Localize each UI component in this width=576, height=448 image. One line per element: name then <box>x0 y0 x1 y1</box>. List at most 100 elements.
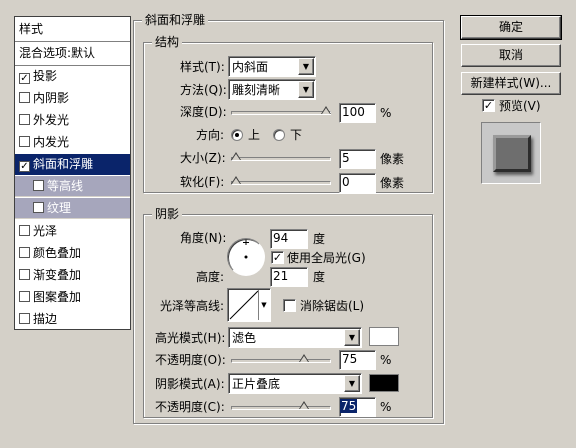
shadow-opacity-unit: % <box>380 400 392 414</box>
depth-slider-thumb[interactable] <box>321 106 331 114</box>
style-list: 样式 混合选项:默认 ✓ 投影 内阴影 外发光 内发光 ✓ 斜面和浮雕 等高线 纹理… <box>14 16 131 330</box>
sidebar-item-satin[interactable]: 光泽 <box>15 221 130 242</box>
antialias-label: 消除锯齿(L) <box>300 299 365 313</box>
new-style-button[interactable]: 新建样式(W)... <box>461 72 561 95</box>
highlight-opacity-unit: % <box>380 353 392 367</box>
highlight-opacity-thumb[interactable] <box>298 354 309 362</box>
checkbox[interactable] <box>19 313 30 324</box>
cancel-button[interactable]: 取消 <box>461 44 561 67</box>
style-preview <box>481 122 541 184</box>
angle-dial[interactable] <box>227 238 265 276</box>
shadow-mode-dropdown[interactable]: 正片叠底 ▼ <box>228 373 362 394</box>
angle-label: 角度(N): <box>180 231 227 245</box>
chevron-down-icon[interactable]: ▼ <box>298 81 314 98</box>
section-title: 斜面和浮雕 <box>142 12 209 28</box>
checkbox[interactable] <box>19 92 30 103</box>
sidebar-item-label: 颜色叠加 <box>33 246 82 260</box>
sidebar-item-texture[interactable]: 纹理 <box>15 198 130 219</box>
sidebar-header[interactable]: 样式 <box>15 19 130 40</box>
sidebar-item-label: 混合选项:默认 <box>19 46 96 60</box>
sidebar-item-inner-shadow[interactable]: 内阴影 <box>15 88 130 109</box>
sidebar-item-contour[interactable]: 等高线 <box>15 176 130 197</box>
chevron-down-icon[interactable]: ▼ <box>344 375 360 392</box>
preview-checkbox[interactable]: ✓ <box>482 99 495 112</box>
size-slider-track[interactable] <box>231 157 331 161</box>
direction-label: 方向: <box>196 128 225 142</box>
highlight-color-swatch[interactable] <box>369 327 399 346</box>
sidebar-item-label: 内发光 <box>33 135 70 149</box>
checkbox[interactable] <box>33 202 44 213</box>
size-label: 大小(Z): <box>180 151 226 165</box>
shadow-opacity-track[interactable] <box>231 406 331 410</box>
sidebar-item-inner-glow[interactable]: 内发光 <box>15 132 130 153</box>
preview-label: 预览(V) <box>499 99 541 113</box>
checkbox[interactable] <box>19 291 30 302</box>
chevron-down-icon[interactable]: ▼ <box>258 290 269 320</box>
sidebar-item-bevel-emboss[interactable]: ✓ 斜面和浮雕 <box>15 154 130 175</box>
depth-input[interactable]: 100 <box>339 103 376 123</box>
soften-input[interactable]: 0 <box>339 173 376 193</box>
ok-button[interactable]: 确定 <box>460 15 562 40</box>
global-light-checkbox[interactable]: ✓ <box>271 251 284 264</box>
sidebar-item-label: 光泽 <box>33 224 58 238</box>
sidebar-item-label: 描边 <box>33 312 58 326</box>
sidebar-item-stroke[interactable]: 描边 <box>15 309 130 330</box>
shadow-opacity-thumb[interactable] <box>298 401 309 409</box>
gloss-contour-picker[interactable]: ▼ <box>227 288 271 322</box>
sidebar-item-pattern-overlay[interactable]: 图案叠加 <box>15 287 130 308</box>
size-slider-thumb[interactable] <box>231 152 241 160</box>
highlight-opacity-track[interactable] <box>231 359 331 363</box>
technique-dropdown[interactable]: 雕刻清晰 ▼ <box>228 79 316 100</box>
shadow-opacity-input[interactable]: 75 <box>339 397 376 417</box>
checkbox[interactable] <box>19 269 30 280</box>
checkbox[interactable]: ✓ <box>19 73 30 84</box>
soften-label: 软化(F): <box>180 175 225 189</box>
checkbox[interactable] <box>19 225 30 236</box>
shadow-mode-label: 阴影模式(A): <box>155 377 225 391</box>
direction-up-radio[interactable] <box>231 129 243 141</box>
sidebar-item-color-overlay[interactable]: 颜色叠加 <box>15 243 130 264</box>
antialias-checkbox[interactable] <box>283 299 296 312</box>
checkbox[interactable] <box>19 136 30 147</box>
style-dropdown[interactable]: 内斜面 ▼ <box>228 56 316 77</box>
style-label: 样式(T): <box>180 60 225 74</box>
soften-slider-thumb[interactable] <box>231 176 241 184</box>
angle-input[interactable]: 94 <box>270 229 308 249</box>
highlight-mode-value: 滤色 <box>232 331 257 345</box>
depth-slider-track[interactable] <box>231 111 331 115</box>
technique-label: 方法(Q): <box>180 83 227 97</box>
checkbox[interactable] <box>19 247 30 258</box>
gloss-contour-label: 光泽等高线: <box>160 299 225 313</box>
checkbox[interactable]: ✓ <box>19 161 30 172</box>
shadow-opacity-label: 不透明度(C): <box>155 400 225 414</box>
shadow-opacity-value: 75 <box>340 399 358 413</box>
size-unit: 像素 <box>380 152 405 166</box>
contour-preview-icon <box>229 290 259 320</box>
sidebar-item-label: 外发光 <box>33 113 70 127</box>
altitude-input[interactable]: 21 <box>270 267 308 287</box>
sidebar-item-label: 等高线 <box>47 179 84 193</box>
checkbox[interactable] <box>19 114 30 125</box>
size-input[interactable]: 5 <box>339 149 376 169</box>
shadow-mode-value: 正片叠底 <box>232 377 281 391</box>
global-light-label: 使用全局光(G) <box>287 251 366 265</box>
sidebar-item-label: 渐变叠加 <box>33 268 82 282</box>
highlight-mode-dropdown[interactable]: 滤色 ▼ <box>228 327 362 348</box>
chevron-down-icon[interactable]: ▼ <box>298 58 314 75</box>
chevron-down-icon[interactable]: ▼ <box>344 329 360 346</box>
sidebar-header-label: 样式 <box>19 22 44 36</box>
soften-slider-track[interactable] <box>231 181 331 185</box>
shadow-color-swatch[interactable] <box>369 374 399 392</box>
sidebar-item-blend-options[interactable]: 混合选项:默认 <box>15 43 130 64</box>
angle-dial-icon <box>243 240 249 259</box>
structure-title: 结构 <box>152 34 183 50</box>
sidebar-item-drop-shadow[interactable]: ✓ 投影 <box>15 66 130 87</box>
checkbox[interactable] <box>33 180 44 191</box>
sidebar-item-gradient-overlay[interactable]: 渐变叠加 <box>15 265 130 286</box>
preview-swatch <box>493 135 531 172</box>
direction-down-radio[interactable] <box>273 129 285 141</box>
soften-unit: 像素 <box>380 176 405 190</box>
highlight-opacity-input[interactable]: 75 <box>339 350 376 370</box>
sidebar-item-outer-glow[interactable]: 外发光 <box>15 110 130 131</box>
direction-down-label: 下 <box>290 128 303 142</box>
